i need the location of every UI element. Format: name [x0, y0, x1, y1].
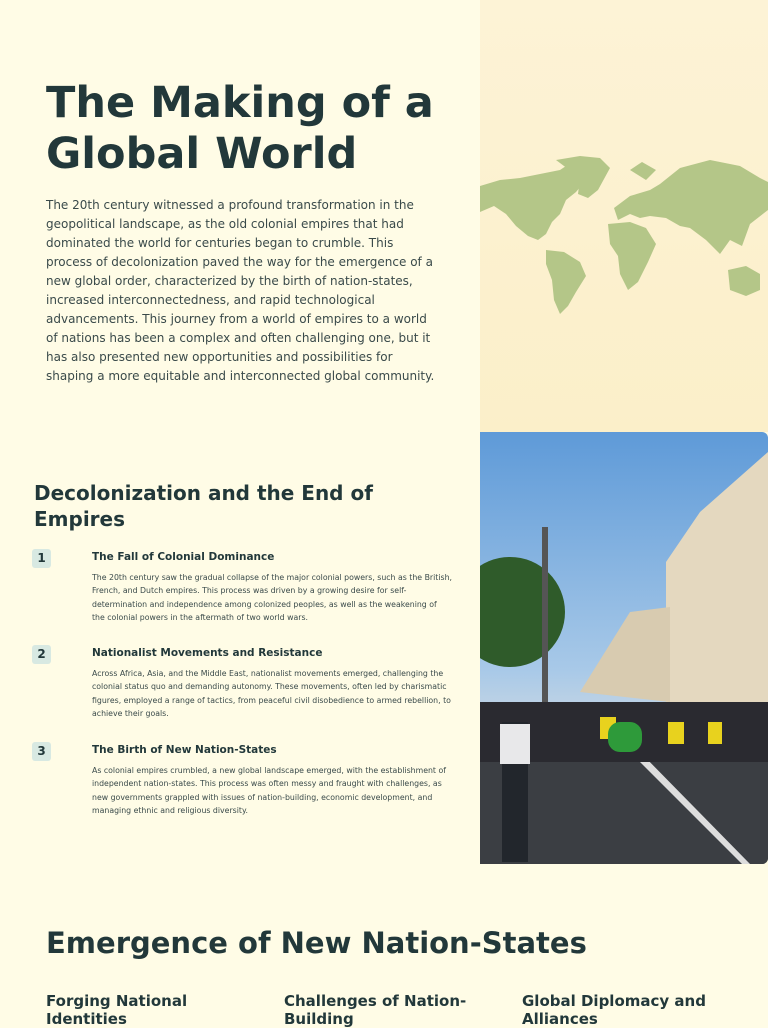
- timeline-item-text: Across Africa, Asia, and the Middle East…: [92, 669, 451, 718]
- column-heading: Challenges of Nation-Building: [284, 992, 467, 1028]
- timeline-item-title: Nationalist Movements and Resistance: [92, 647, 323, 659]
- intro-paragraph: The 20th century witnessed a profound tr…: [46, 198, 435, 383]
- protest-street-photo: [480, 432, 768, 864]
- section-heading-emergence: Emergence of New Nation-States: [46, 926, 587, 960]
- column-heading: Forging National Identities: [46, 992, 188, 1028]
- step-number-badge: 2: [32, 645, 51, 664]
- step-number-badge: 3: [32, 742, 51, 761]
- world-map-image: [480, 0, 768, 432]
- timeline-item-title: The Birth of New Nation-States: [92, 744, 277, 756]
- timeline-item-title: The Fall of Colonial Dominance: [92, 551, 275, 563]
- section-heading-decolonization: Decolonization and the End of Empires: [34, 481, 373, 531]
- step-number-badge: 1: [32, 549, 51, 568]
- page-title: The Making of a Global World: [46, 78, 434, 179]
- timeline-item-text: The 20th century saw the gradual collaps…: [92, 573, 453, 622]
- column-heading: Global Diplomacy and Alliances: [522, 992, 706, 1028]
- timeline-item-text: As colonial empires crumbled, a new glob…: [92, 766, 446, 815]
